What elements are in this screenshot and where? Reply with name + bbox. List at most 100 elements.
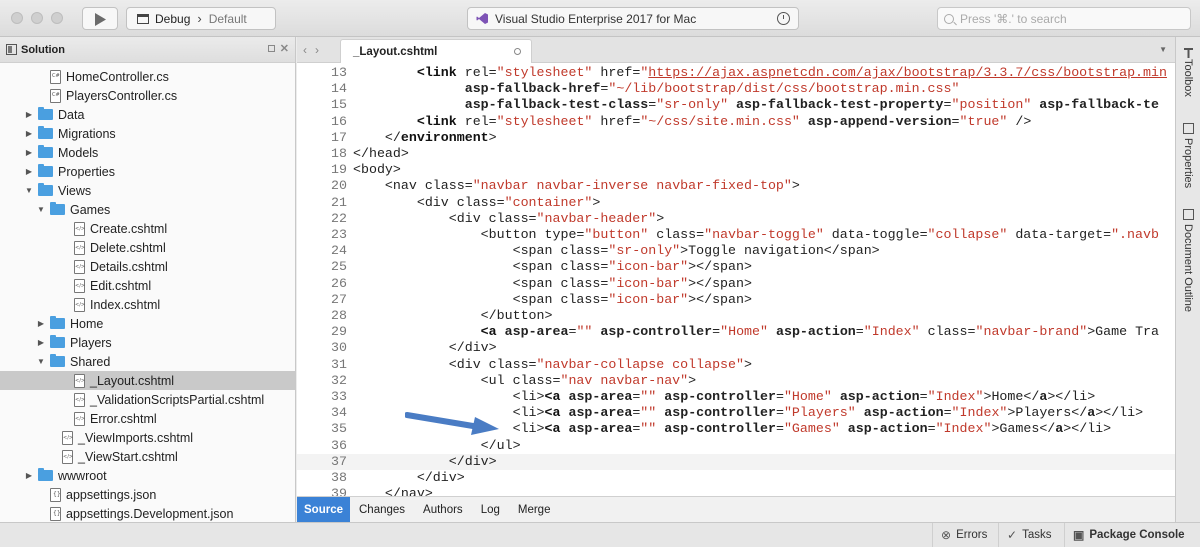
- tree-item-label: Data: [58, 107, 85, 122]
- code-line[interactable]: 39 </nav>: [297, 486, 1175, 496]
- tasks-button[interactable]: ✓ Tasks: [998, 523, 1059, 547]
- errors-button[interactable]: ⊗ Errors: [932, 523, 995, 547]
- code-line[interactable]: 18 </head>: [297, 146, 1175, 162]
- code-line[interactable]: 37 </div>: [297, 453, 1175, 470]
- tree-item[interactable]: _ViewStart.cshtml: [0, 447, 295, 466]
- tab-changes[interactable]: Changes: [350, 497, 414, 522]
- tree-item[interactable]: ▶ Migrations: [0, 124, 295, 143]
- code-line[interactable]: 21 <div class="container">: [297, 195, 1175, 211]
- code-line[interactable]: 30 </div>: [297, 340, 1175, 356]
- expanded-arrow-icon[interactable]: ▼: [36, 205, 46, 214]
- code-line[interactable]: 29 <a asp-area="" asp-controller="Home" …: [297, 324, 1175, 340]
- tab-source[interactable]: Source: [297, 497, 350, 522]
- target-label: Default: [208, 11, 247, 26]
- collapsed-arrow-icon[interactable]: ▶: [24, 148, 34, 157]
- code-line[interactable]: 13 <link rel="stylesheet" href="https://…: [297, 65, 1175, 81]
- tree-item[interactable]: ▼ Views: [0, 181, 295, 200]
- tree-item[interactable]: HomeController.cs: [0, 67, 295, 86]
- tree-item[interactable]: Delete.cshtml: [0, 238, 295, 257]
- expanded-arrow-icon[interactable]: ▼: [36, 357, 46, 366]
- tree-item[interactable]: ▶ Players: [0, 333, 295, 352]
- line-number: 17: [331, 129, 347, 145]
- tree-item[interactable]: ▼ Games: [0, 200, 295, 219]
- code-line[interactable]: 15 asp-fallback-test-class="sr-only" asp…: [297, 97, 1175, 113]
- configuration-selector[interactable]: Debug › Default: [126, 7, 276, 30]
- errors-label: Errors: [956, 529, 988, 541]
- file-icon: [74, 373, 85, 388]
- tab-dropdown-icon[interactable]: ▼: [1159, 45, 1167, 54]
- tree-item[interactable]: appsettings.Development.json: [0, 504, 295, 523]
- tree-item[interactable]: PlayersController.cs: [0, 86, 295, 105]
- code-line[interactable]: 27 <span class="icon-bar"></span>: [297, 292, 1175, 308]
- code-line[interactable]: 19 <body>: [297, 162, 1175, 178]
- code-line[interactable]: 33 <li><a asp-area="" asp-controller="Ho…: [297, 389, 1175, 405]
- tree-item[interactable]: _ValidationScriptsPartial.cshtml: [0, 390, 295, 409]
- tree-item[interactable]: _ViewImports.cshtml: [0, 428, 295, 447]
- code-line[interactable]: 25 <span class="icon-bar"></span>: [297, 259, 1175, 275]
- tree-item[interactable]: Error.cshtml: [0, 409, 295, 428]
- zoom-window-button[interactable]: [51, 12, 63, 24]
- tab-authors[interactable]: Authors: [414, 497, 472, 522]
- search-input[interactable]: Press '⌘.' to search: [937, 7, 1191, 30]
- run-button[interactable]: [82, 7, 118, 30]
- line-number: 33: [331, 389, 347, 404]
- toolbox-pad[interactable]: Toolbox: [1179, 47, 1197, 97]
- tree-item[interactable]: Create.cshtml: [0, 219, 295, 238]
- status-bar: ⊗ Errors ✓ Tasks ▣ Package Console: [0, 522, 1200, 547]
- package-console-button[interactable]: ▣ Package Console: [1064, 523, 1193, 547]
- file-icon: [74, 240, 85, 255]
- code-text: asp-fallback-test-class="sr-only" asp-fa…: [464, 97, 1159, 113]
- code-line[interactable]: 14 asp-fallback-href="~/lib/bootstrap/di…: [297, 81, 1175, 97]
- document-outline-pad[interactable]: Document Outline: [1179, 209, 1197, 312]
- tree-item[interactable]: ▶ Models: [0, 143, 295, 162]
- line-number: 30: [331, 340, 347, 356]
- tree-item[interactable]: _Layout.cshtml: [0, 371, 295, 390]
- tab-merge[interactable]: Merge: [509, 497, 560, 522]
- code-editor[interactable]: 39 </nav> 38 </div> 37 </div> 36 </ul> 35 <l…: [297, 63, 1175, 496]
- tree-item[interactable]: ▶ Home: [0, 314, 295, 333]
- properties-pad[interactable]: Properties: [1179, 123, 1197, 188]
- close-icon[interactable]: ✕: [280, 42, 289, 55]
- code-line[interactable]: 32 <ul class="nav navbar-nav">: [297, 373, 1175, 389]
- tree-item[interactable]: Details.cshtml: [0, 257, 295, 276]
- tab-log[interactable]: Log: [472, 497, 509, 522]
- tab-nav-arrows-icon[interactable]: ‹›: [303, 43, 327, 57]
- title-bar: Debug › Default Visual Studio Enterprise…: [0, 0, 1200, 37]
- collapsed-arrow-icon[interactable]: ▶: [24, 129, 34, 138]
- collapsed-arrow-icon[interactable]: ▶: [24, 167, 34, 176]
- tree-item[interactable]: Edit.cshtml: [0, 276, 295, 295]
- line-number: 16: [331, 113, 347, 129]
- tree-item[interactable]: ▶ Properties: [0, 162, 295, 181]
- tree-item[interactable]: ▶ wwwroot: [0, 466, 295, 485]
- code-line[interactable]: 16 <link rel="stylesheet" href="~/css/si…: [297, 114, 1175, 130]
- code-line[interactable]: 24 <span class="sr-only">Toggle navigati…: [297, 243, 1175, 259]
- code-line[interactable]: 28 </button>: [297, 308, 1175, 324]
- tree-item[interactable]: ▼ Shared: [0, 352, 295, 371]
- close-window-button[interactable]: [11, 12, 23, 24]
- minimize-window-button[interactable]: [31, 12, 43, 24]
- code-line[interactable]: 23 <button type="button" class="navbar-t…: [297, 227, 1175, 243]
- code-line[interactable]: 17 </environment>: [297, 130, 1175, 146]
- code-line[interactable]: 36 </ul>: [297, 438, 1175, 454]
- tree-item[interactable]: ▶ Data: [0, 105, 295, 124]
- dock-icon[interactable]: [268, 45, 275, 52]
- file-icon: [74, 259, 85, 274]
- tree-item[interactable]: Index.cshtml: [0, 295, 295, 314]
- tab-close-icon[interactable]: [514, 48, 521, 55]
- collapsed-arrow-icon[interactable]: ▶: [36, 338, 46, 347]
- code-line[interactable]: 31 <div class="navbar-collapse collapse"…: [297, 357, 1175, 373]
- tab-layout-cshtml[interactable]: _Layout.cshtml: [340, 39, 532, 64]
- code-text: </nav>: [353, 486, 433, 496]
- tree-item-label: Views: [58, 183, 92, 198]
- clock-icon[interactable]: [777, 12, 790, 25]
- expanded-arrow-icon[interactable]: ▼: [24, 186, 34, 195]
- collapsed-arrow-icon[interactable]: ▶: [24, 471, 34, 480]
- collapsed-arrow-icon[interactable]: ▶: [24, 110, 34, 119]
- code-line[interactable]: 38 </div>: [297, 470, 1175, 486]
- code-line[interactable]: 26 <span class="icon-bar"></span>: [297, 276, 1175, 292]
- tree-item[interactable]: appsettings.json: [0, 485, 295, 504]
- collapsed-arrow-icon[interactable]: ▶: [36, 319, 46, 328]
- code-line[interactable]: 22 <div class="navbar-header">: [297, 211, 1175, 227]
- line-number: 18: [331, 146, 347, 161]
- code-line[interactable]: 20 <nav class="navbar navbar-inverse nav…: [297, 178, 1175, 194]
